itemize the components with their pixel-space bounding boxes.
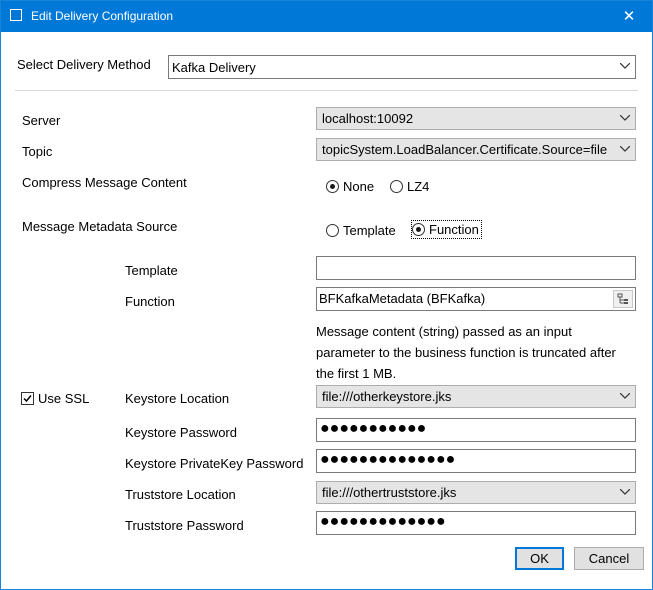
metadata-function-radio[interactable]: Function [411,220,482,239]
radio-checked-icon [326,180,339,193]
window-title: Edit Delivery Configuration [31,9,174,23]
function-browse-button[interactable] [613,290,633,308]
chevron-down-icon [615,108,635,129]
delivery-method-select[interactable]: Kafka Delivery [168,55,636,79]
keystore-password-input[interactable]: ●●●●●●●●●●● [316,418,636,442]
server-value: localhost:10092 [322,111,414,126]
truststore-location-label: Truststore Location [125,487,236,502]
server-label: Server [22,113,61,128]
chevron-down-icon [615,139,635,160]
keystore-privatekey-password-value: ●●●●●●●●●●●●●● [320,451,456,468]
topic-select[interactable]: topicSystem.LoadBalancer.Certificate.Sou… [316,138,636,161]
checkbox-checked-icon [21,392,34,405]
metadata-template-label: Template [343,223,396,238]
delivery-method-label: Select Delivery Method [17,57,151,72]
close-button[interactable]: ✕ [606,1,652,32]
server-select[interactable]: localhost:10092 [316,107,636,130]
compress-none-label: None [343,179,375,194]
metadata-function-label: Function [429,222,479,237]
keystore-location-value: file:///otherkeystore.jks [322,389,452,404]
truststore-password-value: ●●●●●●●●●●●●● [320,513,446,530]
keystore-location-select[interactable]: file:///otherkeystore.jks [316,385,636,408]
function-input[interactable]: BFKafkaMetadata (BFKafka) [316,287,636,311]
truststore-password-label: Truststore Password [125,518,244,533]
dialog-window: Edit Delivery Configuration ✕ Select Del… [0,0,653,590]
truststore-location-select[interactable]: file:///othertruststore.jks [316,481,636,504]
keystore-password-label: Keystore Password [125,425,237,440]
chevron-down-icon [615,386,635,407]
metadata-template-radio[interactable]: Template [326,223,396,238]
radio-unchecked-icon [326,224,339,237]
function-label: Function [125,294,175,309]
compress-none-radio[interactable]: None [326,179,374,194]
keystore-password-value: ●●●●●●●●●●● [320,420,427,437]
cancel-button[interactable]: Cancel [574,547,644,570]
truncation-note: Message content (string) passed as an in… [316,324,616,381]
compress-lz4-radio[interactable]: LZ4 [390,179,429,194]
template-label: Template [125,263,178,278]
tree-browse-icon [617,293,628,304]
keystore-privatekey-password-input[interactable]: ●●●●●●●●●●●●●● [316,449,636,473]
compress-lz4-label: LZ4 [407,179,430,194]
separator [15,90,638,91]
template-input[interactable] [316,256,636,280]
use-ssl-checkbox[interactable]: Use SSL [21,391,89,406]
delivery-method-value: Kafka Delivery [172,60,256,75]
topic-value: topicSystem.LoadBalancer.Certificate.Sou… [322,142,608,157]
compress-label: Compress Message Content [22,175,187,190]
function-value: BFKafkaMetadata (BFKafka) [319,291,486,306]
radio-checked-icon [412,223,425,236]
truststore-password-input[interactable]: ●●●●●●●●●●●●● [316,511,636,535]
truststore-location-value: file:///othertruststore.jks [322,485,457,500]
keystore-privatekey-password-label: Keystore PrivateKey Password [125,456,304,471]
chevron-down-icon [615,56,635,77]
chevron-down-icon [615,482,635,503]
keystore-location-label: Keystore Location [125,391,230,406]
metadata-source-label: Message Metadata Source [22,219,178,234]
window-icon [10,9,22,21]
title-bar[interactable]: Edit Delivery Configuration ✕ [1,1,652,32]
radio-unchecked-icon [390,180,403,193]
close-icon: ✕ [622,8,636,25]
use-ssl-label: Use SSL [38,391,90,406]
topic-label: Topic [22,144,53,159]
ok-button[interactable]: OK [515,547,564,570]
